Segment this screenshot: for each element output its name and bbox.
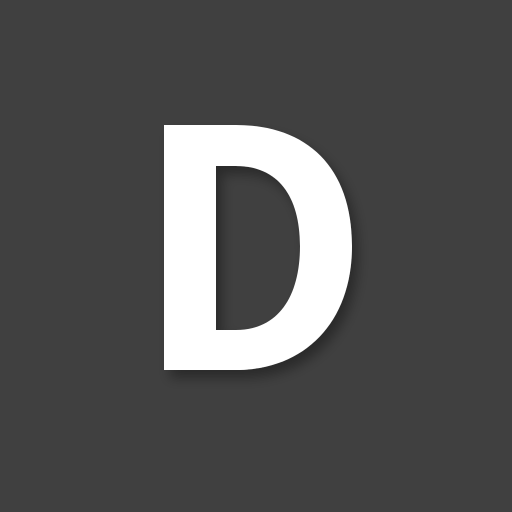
letter-d-icon — [164, 125, 352, 370]
app-icon-tile: D — [0, 0, 512, 512]
